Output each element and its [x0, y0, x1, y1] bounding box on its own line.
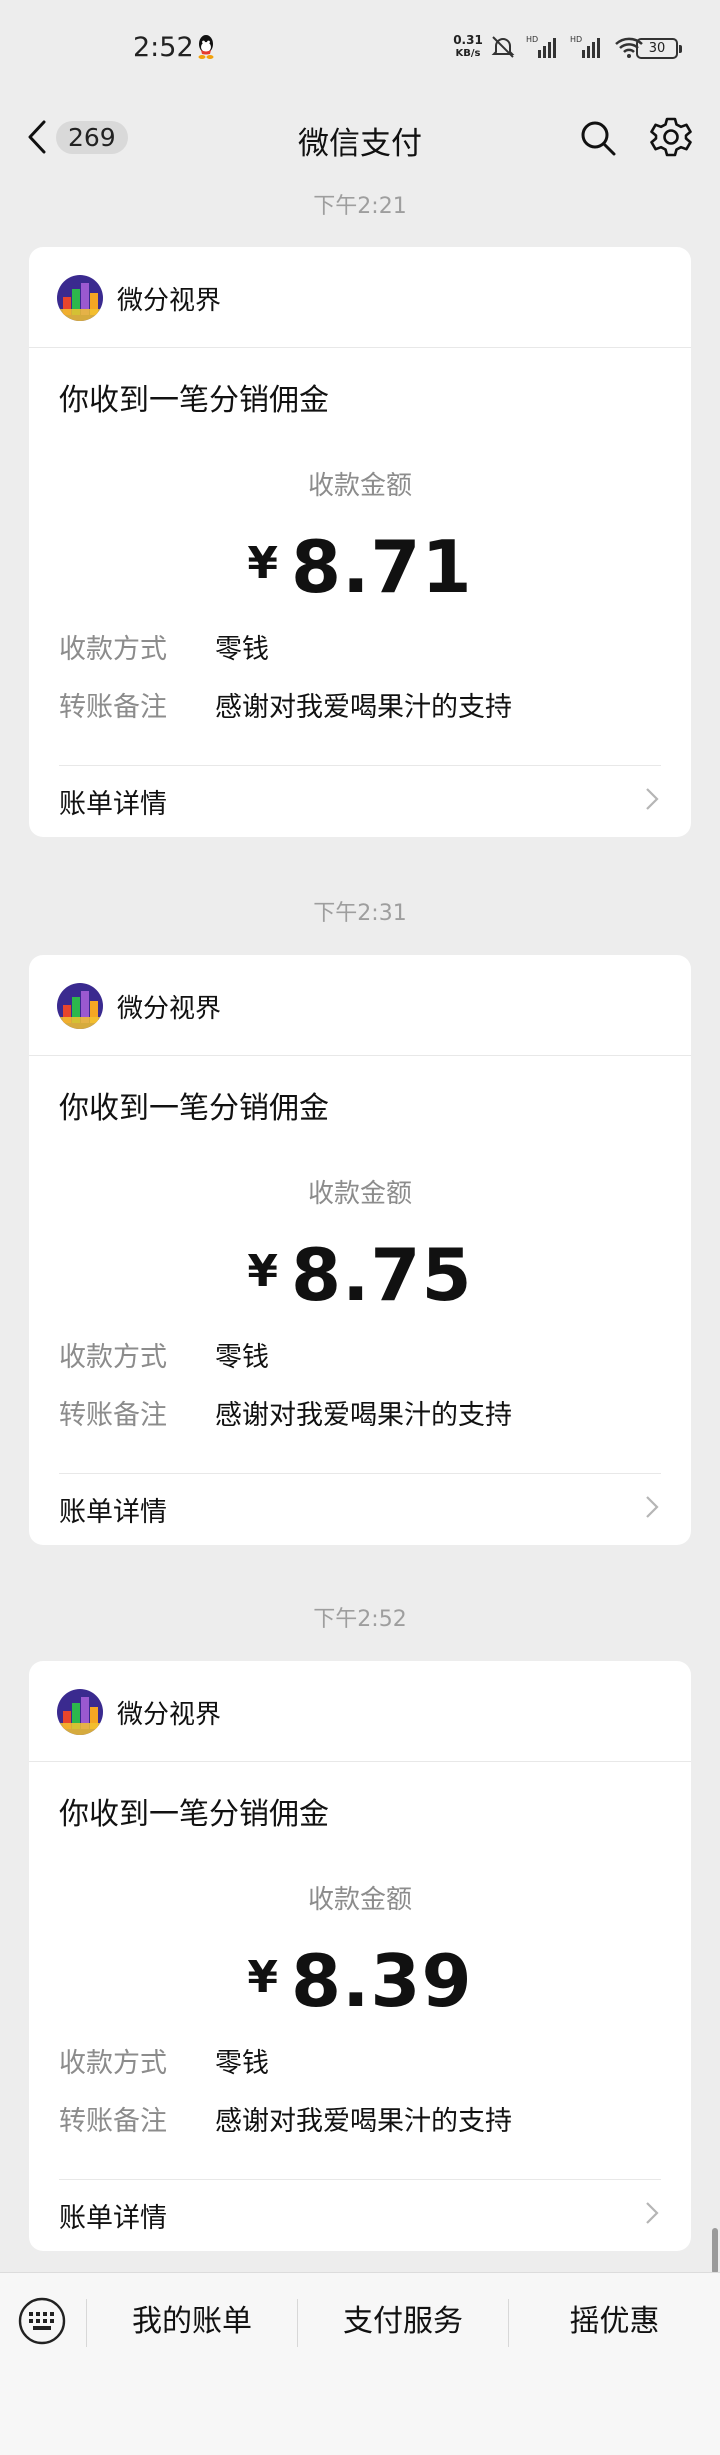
- bill-details-link[interactable]: 账单详情: [59, 2196, 167, 2235]
- network-speed: 0.31 KB/s: [450, 34, 486, 60]
- amount: ¥8.39: [29, 1939, 691, 2023]
- payment-card[interactable]: 微分视界 你收到一笔分销佣金 收款金额 ¥8.75 收款方式 零钱 转账备注 感…: [29, 955, 691, 1545]
- amount-value: 8.39: [290, 1939, 473, 2023]
- mute-icon: [491, 36, 515, 58]
- svg-text:HD: HD: [526, 35, 538, 44]
- divider: [59, 2179, 661, 2180]
- currency-symbol: ¥: [247, 538, 279, 589]
- bill-details-link[interactable]: 账单详情: [59, 782, 167, 821]
- card-header[interactable]: 微分视界: [29, 247, 691, 348]
- amount-value: 8.71: [290, 525, 473, 609]
- transfer-note-label: 转账备注: [59, 1400, 167, 1431]
- chevron-right-icon: [646, 1496, 659, 1518]
- notification-title: 你收到一笔分销佣金: [59, 383, 329, 418]
- payment-method-value: 零钱: [215, 2048, 269, 2079]
- payment-method-label: 收款方式: [59, 634, 167, 665]
- message-timestamp: 下午2:21: [313, 194, 407, 219]
- network-speed-unit: KB/s: [455, 48, 481, 59]
- status-bar: 2:52 0.31 KB/s HD HD 30: [0, 0, 720, 92]
- currency-symbol: ¥: [247, 1246, 279, 1297]
- payment-method-label: 收款方式: [59, 2048, 167, 2079]
- payment-card[interactable]: 微分视界 你收到一笔分销佣金 收款金额 ¥8.71 收款方式 零钱 转账备注 感…: [29, 247, 691, 837]
- divider: [59, 765, 661, 766]
- message-timestamp: 下午2:31: [313, 901, 407, 926]
- card-header[interactable]: 微分视界: [29, 955, 691, 1056]
- amount: ¥8.71: [29, 525, 691, 609]
- card-header[interactable]: 微分视界: [29, 1661, 691, 1762]
- amount-value: 8.75: [290, 1233, 473, 1317]
- merchant-name: 微分视界: [117, 286, 222, 316]
- transfer-note-value: 感谢对我爱喝果汁的支持: [215, 1400, 512, 1431]
- merchant-logo: [57, 983, 103, 1029]
- svg-text:HD: HD: [570, 35, 582, 44]
- network-speed-value: 0.31: [453, 33, 483, 47]
- merchant-logo: [57, 275, 103, 321]
- transfer-note-value: 感谢对我爱喝果汁的支持: [215, 692, 512, 723]
- amount-label: 收款金额: [307, 471, 412, 501]
- chevron-right-icon: [646, 2202, 659, 2224]
- status-time: 2:52: [133, 32, 194, 63]
- payment-card[interactable]: 微分视界 你收到一笔分销佣金 收款金额 ¥8.39 收款方式 零钱 转账备注 感…: [29, 1661, 691, 2251]
- status-icons: HD HD: [490, 32, 644, 62]
- currency-symbol: ¥: [247, 1952, 279, 2003]
- amount-label: 收款金额: [307, 1885, 412, 1915]
- merchant-logo: [57, 1689, 103, 1735]
- chevron-right-icon: [646, 788, 659, 810]
- menu-item-shake-offers[interactable]: 摇优惠: [509, 2273, 720, 2371]
- merchant-name: 微分视界: [117, 1700, 222, 1730]
- nav-bar: 269 微信支付: [0, 92, 720, 188]
- payment-method-value: 零钱: [215, 1342, 269, 1373]
- bottom-menu: 我的账单 支付服务 摇优惠: [0, 2272, 720, 2371]
- bottom-safe-area: [0, 2370, 720, 2455]
- divider: [59, 1473, 661, 1474]
- transfer-note-value: 感谢对我爱喝果汁的支持: [215, 2106, 512, 2137]
- battery-icon: 30: [636, 38, 682, 59]
- amount-label: 收款金额: [307, 1179, 412, 1209]
- merchant-name: 微分视界: [117, 994, 222, 1024]
- hd-signal-icon: HD: [526, 35, 556, 58]
- notification-title: 你收到一笔分销佣金: [59, 1797, 329, 1832]
- message-timestamp: 下午2:52: [313, 1607, 407, 1632]
- payment-method-value: 零钱: [215, 634, 269, 665]
- transfer-note-label: 转账备注: [59, 692, 167, 723]
- transfer-note-label: 转账备注: [59, 2106, 167, 2137]
- qq-icon: [198, 35, 214, 59]
- search-icon[interactable]: [578, 118, 618, 158]
- keyboard-icon[interactable]: [18, 2297, 66, 2345]
- notification-title: 你收到一笔分销佣金: [59, 1091, 329, 1126]
- bill-details-link[interactable]: 账单详情: [59, 1490, 167, 1529]
- payment-method-label: 收款方式: [59, 1342, 167, 1373]
- menu-item-my-bills[interactable]: 我的账单: [87, 2273, 297, 2371]
- amount: ¥8.75: [29, 1233, 691, 1317]
- scrollbar[interactable]: [712, 2228, 718, 2274]
- hd-signal-icon: HD: [570, 35, 600, 58]
- gear-icon[interactable]: [650, 116, 692, 158]
- menu-item-payment-services[interactable]: 支付服务: [298, 2273, 508, 2371]
